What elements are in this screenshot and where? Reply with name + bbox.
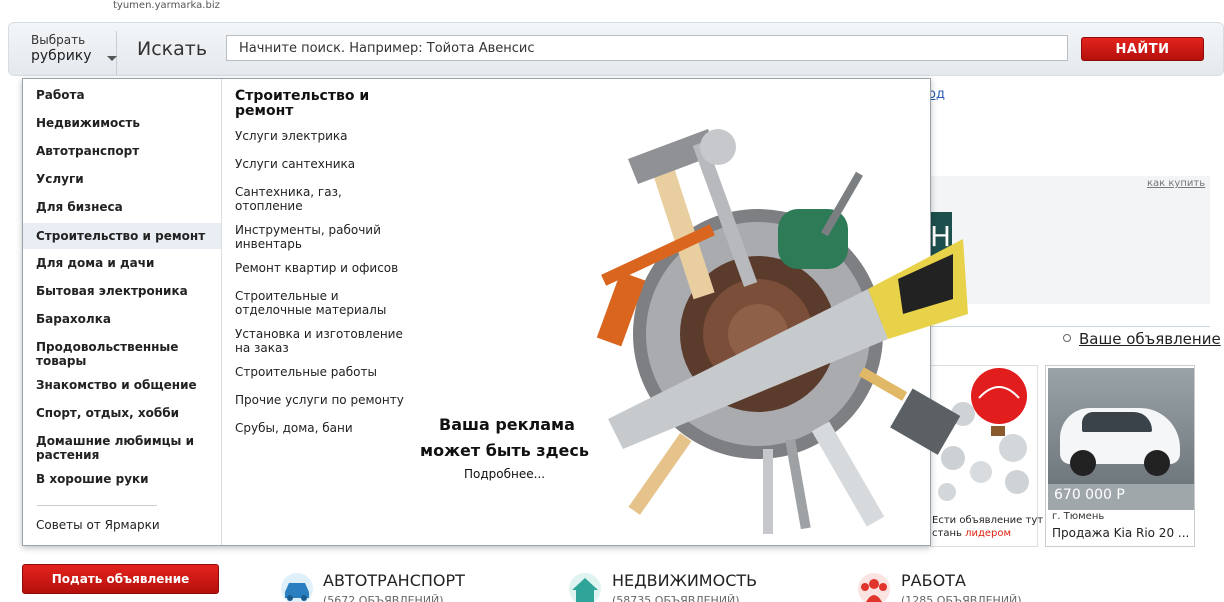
car-photo [1048,368,1194,484]
rubric-selector[interactable]: Выбрать рубрику [21,31,117,75]
listing-city: г. Тюмень [1052,511,1105,522]
category-business[interactable]: Для бизнеса [23,200,221,214]
section-realty-count: (58735 ОБЪЯВЛЕНИЙ) [612,594,740,602]
category-dating[interactable]: Знакомство и общение [23,378,221,392]
section-auto-count: (5672 ОБЪЯВЛЕНИЙ) [323,594,444,602]
category-pets[interactable]: Домашние любимцы и растения [23,434,203,462]
category-nedvizhimost[interactable]: Недвижимость [23,116,221,130]
find-button[interactable]: НАЙТИ [1081,37,1204,61]
category-rabota[interactable]: Работа [23,88,221,102]
divider [37,505,157,506]
rubric-dropdown: Работа Недвижимость Автотранспорт Услуги… [22,78,968,546]
rubric-label-bottom: рубрику [31,48,92,64]
category-food[interactable]: Продовольственные товары [23,340,193,368]
category-avtotransport[interactable]: Автотранспорт [23,144,221,158]
category-construction[interactable]: Строительство и ремонт [23,223,221,249]
subcategory-item[interactable]: Строительные работы [235,365,420,379]
category-list: Работа Недвижимость Автотранспорт Услуги… [23,79,222,545]
subcategory-item[interactable]: Услуги сантехника [235,157,420,171]
category-good-hands[interactable]: В хорошие руки [23,472,221,486]
advice-link[interactable]: Советы от Ярмарки [36,518,160,532]
category-electronics[interactable]: Бытовая электроника [23,284,221,298]
post-ad-button[interactable]: Подать объявление [22,564,219,594]
subcategory-item[interactable]: Сантехника, газ, отопление [235,185,365,213]
subcategory-item[interactable]: Прочие услуги по ремонту [235,393,420,407]
banner-area [930,176,1210,304]
subcategory-item[interactable]: Установка и изготовление на заказ [235,327,415,355]
tools-illustration [596,129,968,534]
listing-card[interactable]: 670 000 Р г. Тюмень Продажа Kia Rio 20 .… [1045,365,1195,547]
subcategory-heading: Строительство и ремонт [235,88,370,119]
site-url: tyumen.yarmarka.biz [113,0,220,11]
search-label: Искать [137,38,208,60]
section-job-count: (1285 ОБЪЯВЛЕНИЙ) [901,594,1022,602]
search-bar: Выбрать рубрику Искать НАЙТИ [8,22,1224,76]
listing-price: 670 000 Р [1054,487,1125,503]
section-job-title[interactable]: РАБОТА [901,571,966,590]
section-realty-title[interactable]: НЕДВИЖИМОСТЬ [612,571,757,590]
rubric-label-top: Выбрать [31,33,86,47]
your-ad-link[interactable]: Ваше объявление [1079,330,1221,348]
ad-more-link[interactable]: Подробнее... [464,467,545,481]
ad-headline-2: может быть здесь [420,441,589,460]
category-uslugi[interactable]: Услуги [23,172,221,186]
search-input[interactable] [226,35,1068,61]
subcategory-item[interactable]: Ремонт квартир и офисов [235,261,420,275]
ad-headline: Ваша реклама [439,415,575,434]
chevron-down-icon [107,56,117,61]
car-icon [281,573,313,602]
subcategory-item[interactable]: Инструменты, рабочий инвентарь [235,223,395,251]
category-fleamarket[interactable]: Барахолка [23,312,221,326]
section-auto-title[interactable]: АВТОТРАНСПОРТ [323,571,465,590]
listing-title[interactable]: Продажа Kia Rio 20 ... [1052,526,1189,540]
price-box: 670 000 Р [1048,484,1194,510]
divider [930,326,1210,327]
subcategory-item[interactable]: Срубы, дома, бани [235,421,420,435]
people-icon [858,573,890,602]
radio-icon [1063,334,1071,342]
how-buy-link[interactable]: как купить [1147,178,1205,189]
subcategory-item[interactable]: Услуги электрика [235,129,420,143]
category-home[interactable]: Для дома и дачи [23,256,221,270]
subcategory-item[interactable]: Строительные и отделочные материалы [235,289,400,317]
category-sport[interactable]: Спорт, отдых, хобби [23,406,221,420]
house-icon [569,573,601,602]
